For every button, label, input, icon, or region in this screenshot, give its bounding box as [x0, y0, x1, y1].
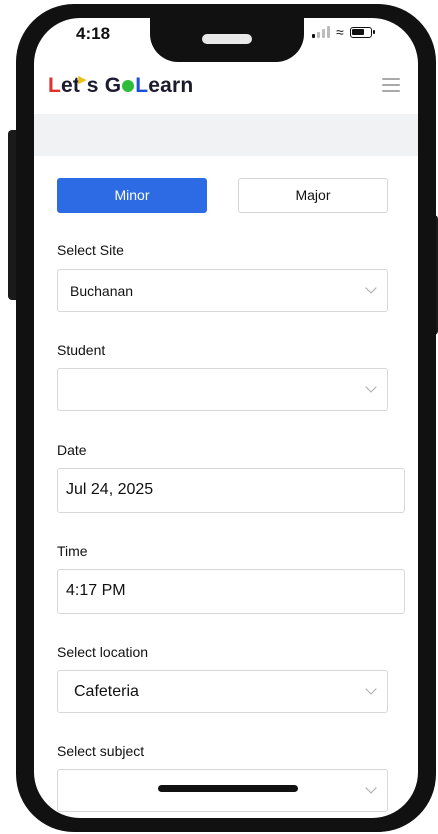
status-icons: ≈	[312, 24, 375, 40]
chevron-down-icon	[365, 381, 377, 393]
time-input[interactable]: 4:17 PM	[57, 569, 405, 614]
status-time: 4:18	[76, 24, 111, 43]
date-label: Date	[57, 442, 87, 458]
chevron-down-icon	[365, 782, 377, 794]
date-value: Jul 24, 2025	[66, 481, 154, 498]
site-label: Select Site	[57, 242, 124, 258]
header-spacer	[34, 114, 418, 156]
site-select[interactable]: Buchanan	[57, 269, 388, 312]
subject-label: Select subject	[57, 743, 145, 759]
location-select[interactable]: Cafeteria	[57, 670, 388, 713]
location-label: Select location	[57, 644, 149, 660]
notch	[150, 18, 304, 62]
phone-screen: 4:18 ≈ Let ▶ s G Learn Minor Major Select S…	[34, 18, 418, 818]
major-button[interactable]: Major	[238, 178, 388, 213]
site-value: Buchanan	[70, 283, 134, 299]
student-select[interactable]	[57, 368, 388, 411]
app-header: Let ▶ s G Learn	[34, 62, 418, 114]
menu-icon[interactable]	[382, 78, 400, 92]
time-value: 4:17 PM	[66, 582, 126, 599]
signal-icon	[312, 26, 330, 38]
wifi-icon: ≈	[336, 24, 344, 40]
chevron-down-icon	[365, 282, 377, 294]
date-input[interactable]: Jul 24, 2025	[57, 468, 405, 513]
location-value: Cafeteria	[74, 683, 139, 700]
student-label: Student	[57, 342, 106, 358]
home-indicator[interactable]	[158, 785, 298, 792]
chevron-down-icon	[365, 683, 377, 695]
time-label: Time	[57, 543, 88, 559]
logo[interactable]: Let ▶ s G Learn	[48, 74, 193, 98]
battery-icon	[349, 26, 375, 38]
speaker	[202, 34, 252, 44]
minor-button[interactable]: Minor	[57, 178, 207, 213]
